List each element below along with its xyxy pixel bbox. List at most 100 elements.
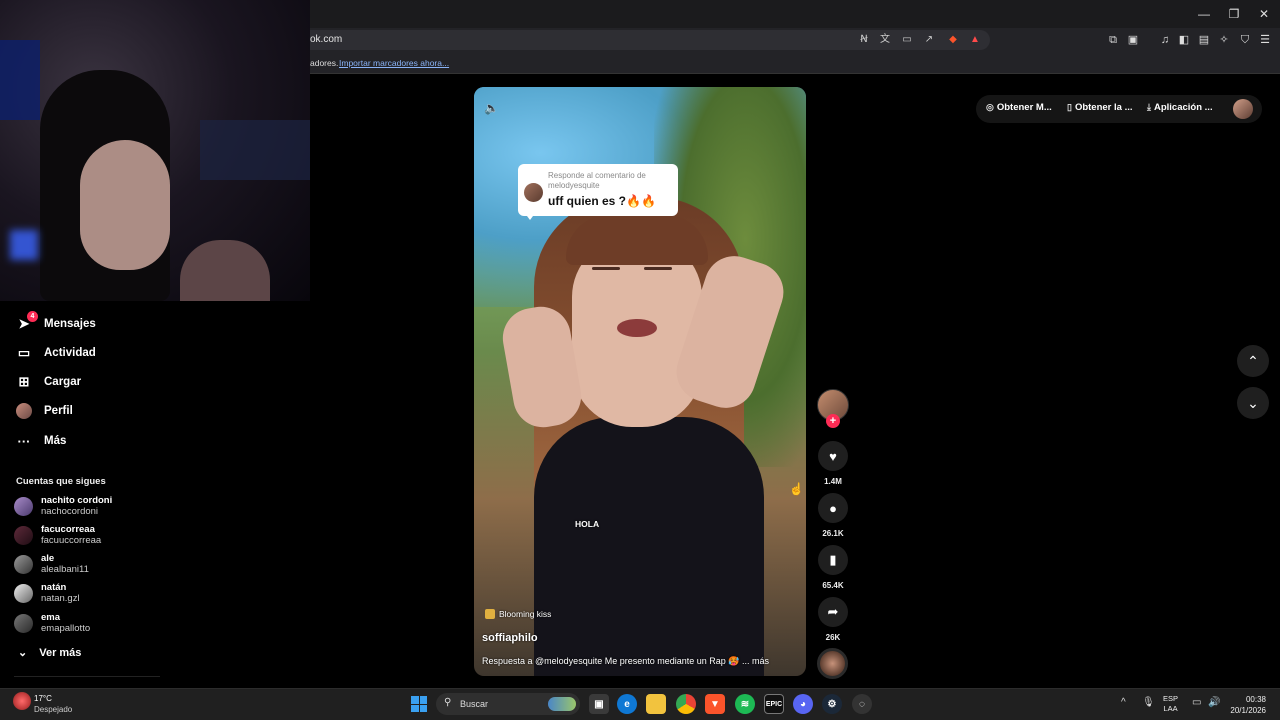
sidebar-item-label: Mensajes	[44, 318, 96, 330]
avatar[interactable]	[1233, 99, 1253, 119]
spotify-icon[interactable]: ≋	[735, 694, 755, 714]
follow-user: nachocordoni	[41, 506, 99, 517]
sidebar-item-upload[interactable]: ⊞ Cargar	[16, 373, 82, 391]
translate-icon[interactable]: 文	[878, 33, 892, 47]
steam-icon[interactable]: ⚙	[822, 694, 842, 714]
vpn-icon[interactable]: ⛉	[1238, 33, 1252, 47]
sidebar-icon[interactable]: ◧	[1177, 33, 1191, 47]
list-item[interactable]: ema emapallotto	[14, 610, 90, 636]
follow-name: ema	[41, 612, 61, 623]
more-icon: ···	[17, 433, 31, 449]
minimize-button[interactable]: —	[1194, 5, 1214, 23]
microphone-icon[interactable]: 🎙	[1142, 697, 1155, 708]
media-icon[interactable]: ♫	[1158, 33, 1172, 47]
extensions-icon[interactable]: ⧉	[1106, 33, 1120, 47]
list-item[interactable]: ale alealbani11	[14, 551, 89, 577]
get-app-button[interactable]: ▯ Obtener la ...	[1067, 102, 1133, 113]
taskbar-clock[interactable]: 00:38 20/1/2026	[1226, 694, 1266, 716]
list-item[interactable]: facucorreaa facuuccorreaa	[14, 522, 101, 548]
bookmark-icon: ▮	[829, 552, 837, 567]
chevron-down-icon: ⌄	[18, 647, 28, 659]
brave-shield-icon[interactable]: ◆	[946, 33, 960, 47]
download-icon: ⤓	[1147, 102, 1151, 112]
screenshot-icon[interactable]: ▣	[1126, 33, 1140, 47]
previous-video-button[interactable]: ⌃	[1237, 345, 1269, 377]
follow-user: facuuccorreaa	[41, 535, 102, 546]
music-disc-icon[interactable]	[817, 648, 848, 679]
weather-condition[interactable]: Despejado	[34, 705, 72, 714]
next-video-button[interactable]: ⌄	[1237, 387, 1269, 419]
following-title: Cuentas que sigues	[16, 476, 106, 487]
webcam-bg-monitor	[200, 120, 310, 180]
discord-icon[interactable]: ◕	[793, 694, 813, 714]
list-item[interactable]: natán natan.gzl	[14, 580, 80, 606]
reader-icon[interactable]: Ꞥ	[857, 33, 871, 47]
desktop-app-button[interactable]: ⤓ Aplicación ...	[1147, 102, 1213, 113]
sidebar-item-label: Actividad	[44, 347, 96, 359]
video-caption[interactable]: Respuesta a @melodyesquite Me presento m…	[482, 656, 769, 667]
heart-icon: ♥	[829, 448, 837, 464]
share-count: 26K	[825, 633, 841, 642]
sidebar-item-profile[interactable]: Perfil	[16, 402, 73, 420]
language-indicator[interactable]: ESP LAA	[1163, 694, 1178, 714]
weather-temp[interactable]: 17°C	[34, 694, 52, 703]
display-icon[interactable]: ▭	[1192, 697, 1201, 708]
url-text[interactable]: ok.com	[310, 34, 342, 45]
follow-plus-icon[interactable]: +	[826, 414, 840, 428]
save-count: 65.4K	[822, 581, 844, 590]
video-person-eye	[644, 267, 672, 270]
list-item[interactable]: nachito cordoni nachocordoni	[14, 493, 112, 519]
cast-icon[interactable]: ▭	[900, 33, 914, 47]
volume-icon[interactable]: 🔊	[1208, 697, 1220, 708]
sidebar-item-activity[interactable]: ▭ Actividad	[16, 344, 96, 362]
bubble-tail	[524, 212, 536, 220]
music-tag[interactable]: Blooming kiss	[485, 609, 551, 619]
video-author[interactable]: soffiaphilo	[482, 632, 538, 644]
tray-expand-icon[interactable]: ^	[1121, 697, 1126, 708]
comment-count: 26.1K	[822, 529, 844, 538]
file-explorer-icon[interactable]	[646, 694, 666, 714]
webcam-led	[10, 230, 38, 260]
comment-icon: ●	[829, 500, 837, 516]
upload-icon: ⊞	[18, 374, 30, 389]
avatar	[14, 613, 33, 633]
comment-button[interactable]: ●	[818, 493, 848, 523]
like-button[interactable]: ♥	[818, 441, 848, 471]
search-highlight-icon	[548, 697, 576, 711]
language-code: ESP	[1163, 694, 1179, 703]
search-placeholder[interactable]: Buscar	[460, 699, 488, 709]
layout-code: LAA	[1163, 704, 1178, 713]
close-button[interactable]: ✕	[1254, 5, 1274, 23]
avatar	[14, 554, 33, 574]
share-button[interactable]: ➦	[818, 597, 848, 627]
share-icon[interactable]: ↗	[922, 33, 936, 47]
task-view-icon[interactable]: ▣	[589, 694, 609, 714]
import-bookmarks-link[interactable]: Importar marcadores ahora...	[339, 58, 449, 68]
sidebar-item-messages[interactable]: ➤ 4 Mensajes	[16, 311, 96, 333]
clock-time: 00:38	[1245, 695, 1266, 704]
chrome-icon[interactable]	[676, 694, 696, 714]
epic-games-icon[interactable]: EPIC	[764, 694, 784, 714]
edge-icon[interactable]: e	[617, 694, 637, 714]
avatar	[14, 525, 33, 545]
menu-icon[interactable]: ☰	[1258, 33, 1272, 47]
hand-cursor-icon: ☝	[789, 482, 804, 496]
brave-icon[interactable]: ▼	[705, 694, 725, 714]
leo-icon[interactable]: ✧	[1217, 33, 1231, 47]
wallet-icon[interactable]: ▤	[1197, 33, 1211, 47]
weather-icon[interactable]	[13, 692, 31, 710]
sidebar-item-label: Perfil	[44, 405, 73, 417]
volume-icon[interactable]: 🔈	[484, 101, 499, 115]
app-icon[interactable]: ◌	[852, 694, 872, 714]
maximize-button[interactable]: ❐	[1224, 5, 1244, 23]
follow-name: nachito cordoni	[41, 495, 113, 506]
get-coins-button[interactable]: ◎ Obtener M...	[986, 102, 1052, 113]
brave-rewards-icon[interactable]: ▲	[968, 33, 982, 47]
windows-start-icon[interactable]	[411, 696, 427, 712]
like-count: 1.4M	[824, 477, 842, 486]
save-button[interactable]: ▮	[818, 545, 848, 575]
see-more-button[interactable]: ⌄ Ver más	[18, 646, 81, 660]
webcam-overlay	[0, 0, 310, 301]
sidebar-item-more[interactable]: ··· Más	[16, 432, 67, 450]
music-icon	[485, 609, 495, 619]
